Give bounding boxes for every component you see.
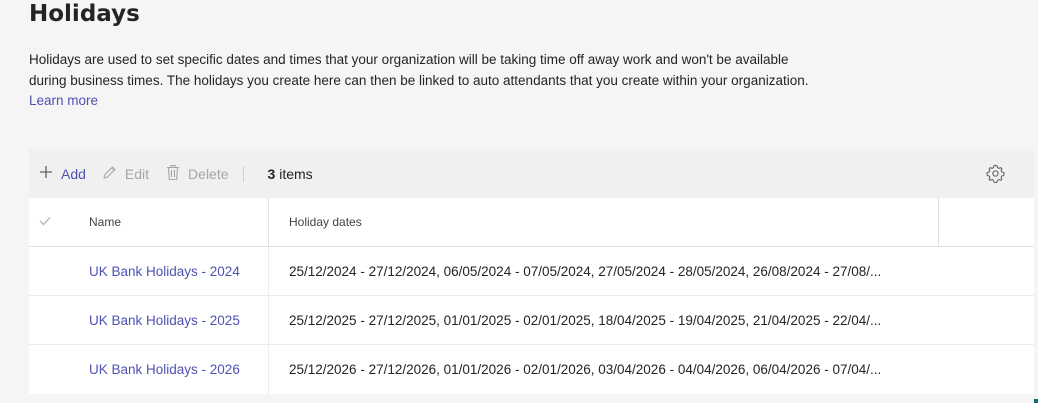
holiday-name-link[interactable]: UK Bank Holidays - 2024 <box>89 247 269 295</box>
table-row[interactable]: UK Bank Holidays - 2025 25/12/2025 - 27/… <box>29 296 1034 345</box>
holiday-name-link[interactable]: UK Bank Holidays - 2026 <box>89 345 269 394</box>
column-header-name[interactable]: Name <box>89 197 269 247</box>
holiday-dates-cell: 25/12/2026 - 27/12/2026, 01/01/2026 - 02… <box>289 362 882 377</box>
table-row[interactable]: UK Bank Holidays - 2026 25/12/2026 - 27/… <box>29 345 1034 394</box>
column-header-holiday-dates[interactable]: Holiday dates <box>269 197 939 247</box>
page-title: Holidays <box>29 1 140 27</box>
holiday-name-link[interactable]: UK Bank Holidays - 2025 <box>89 296 269 344</box>
page-description: Holidays are used to set specific dates … <box>29 50 829 112</box>
delete-button[interactable]: Delete <box>166 149 229 198</box>
table-header: Name Holiday dates <box>29 197 1034 247</box>
select-all-checkbox[interactable] <box>29 198 89 247</box>
item-count: 3 items <box>268 166 313 182</box>
table-row[interactable]: UK Bank Holidays - 2024 25/12/2024 - 27/… <box>29 247 1034 296</box>
holidays-table: Name Holiday dates UK Bank Holidays - 20… <box>29 197 1034 394</box>
item-count-number: 3 <box>267 165 276 182</box>
row-checkbox[interactable] <box>29 296 89 344</box>
edit-button[interactable]: Edit <box>102 149 149 198</box>
plus-icon <box>39 165 53 182</box>
holiday-dates-cell: 25/12/2025 - 27/12/2025, 01/01/2025 - 02… <box>289 312 882 328</box>
trash-icon <box>166 164 180 184</box>
pencil-icon <box>102 165 117 183</box>
holiday-dates-cell: 25/12/2024 - 27/12/2024, 06/05/2024 - 07… <box>289 263 882 279</box>
add-button[interactable]: Add <box>39 149 86 198</box>
item-count-suffix: items <box>279 165 313 182</box>
row-checkbox[interactable] <box>29 247 89 295</box>
checkmark-icon <box>39 215 51 229</box>
gear-icon[interactable] <box>986 164 1005 184</box>
row-checkbox[interactable] <box>29 345 89 394</box>
edit-label: Edit <box>124 165 150 182</box>
toolbar: Add Edit Delete 3 items <box>29 149 1034 198</box>
add-label: Add <box>61 165 86 182</box>
corner-indicator <box>1034 399 1038 403</box>
toolbar-divider <box>242 165 244 182</box>
description-text: Holidays are used to set specific dates … <box>29 52 809 88</box>
learn-more-link[interactable]: Learn more <box>29 93 98 108</box>
delete-label: Delete <box>188 165 229 182</box>
